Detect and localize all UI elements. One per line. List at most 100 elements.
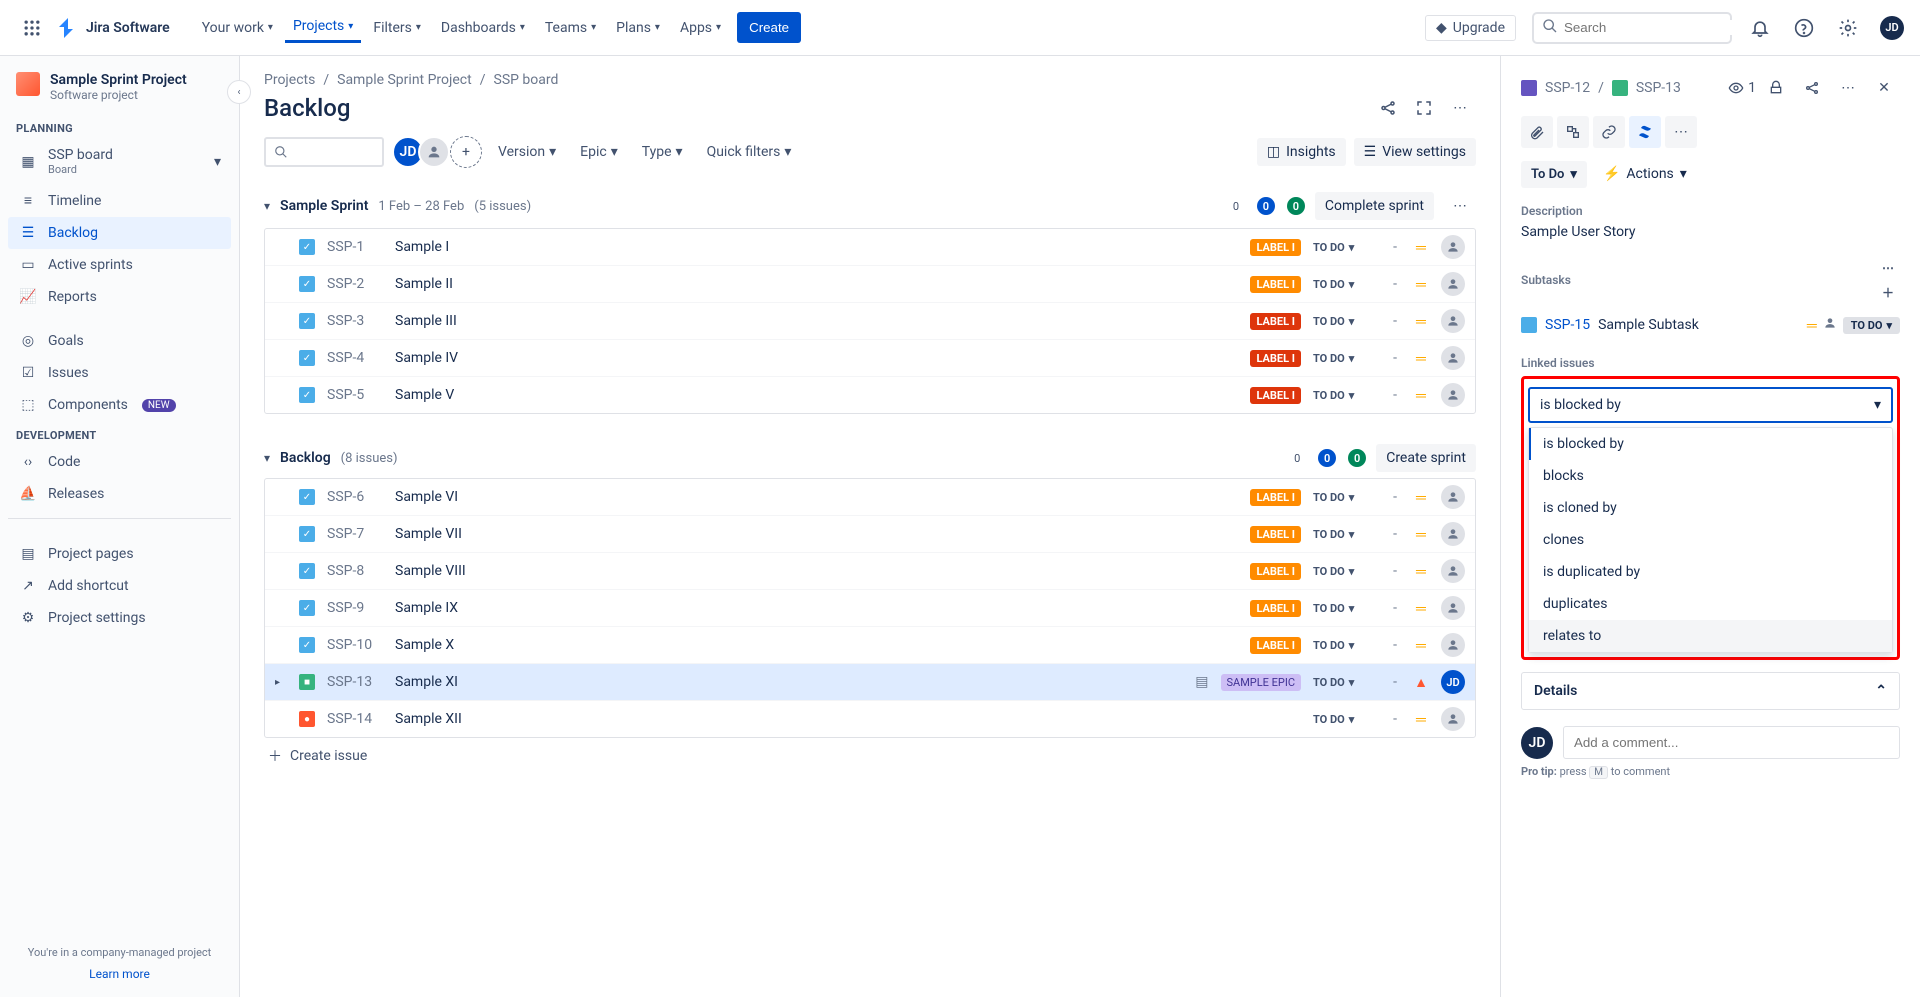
issue-row[interactable]: ✓SSP-7Sample VIILABEL ITO DO ▾-═	[265, 516, 1475, 553]
issue-status[interactable]: TO DO ▾	[1313, 278, 1377, 291]
sidebar-item-reports[interactable]: 📈Reports	[8, 281, 231, 313]
issue-row[interactable]: ✓SSP-10Sample XLABEL ITO DO ▾-═	[265, 627, 1475, 664]
assignee-unassigned[interactable]	[1441, 235, 1465, 259]
assignee-unassigned[interactable]	[1441, 559, 1465, 583]
issue-key[interactable]: SSP-4	[327, 350, 383, 366]
status-dropdown[interactable]: To Do▾	[1521, 161, 1587, 188]
assignee-unassigned[interactable]	[1441, 522, 1465, 546]
panel-close-icon[interactable]: ✕	[1868, 72, 1900, 104]
issue-key[interactable]: SSP-10	[327, 637, 383, 653]
nav-apps[interactable]: Apps▾	[672, 12, 729, 43]
create-button[interactable]: Create	[737, 12, 801, 43]
assignee-unassigned[interactable]	[1441, 633, 1465, 657]
project-header[interactable]: Sample Sprint Project Software project	[8, 72, 231, 114]
upgrade-button[interactable]: ◆ Upgrade	[1425, 15, 1516, 41]
attach-button[interactable]	[1521, 116, 1553, 148]
subtask-key[interactable]: SSP-15	[1545, 317, 1590, 333]
issue-key[interactable]: SSP-14	[327, 711, 383, 727]
link-issue-button[interactable]	[1593, 116, 1625, 148]
issue-key[interactable]: SSP-2	[327, 276, 383, 292]
link-type-option[interactable]: is duplicated by	[1529, 556, 1892, 588]
sidebar-item-timeline[interactable]: ≡Timeline	[8, 184, 231, 217]
story-key-link[interactable]: SSP-13	[1636, 80, 1681, 96]
search-input[interactable]	[1564, 20, 1741, 35]
subtask-status[interactable]: TO DO▾	[1843, 317, 1900, 334]
global-search[interactable]	[1532, 12, 1732, 44]
issue-key[interactable]: SSP-13	[327, 674, 383, 690]
issue-row[interactable]: ✓SSP-3Sample IIILABEL ITO DO ▾-═	[265, 303, 1475, 340]
epic-label[interactable]: SAMPLE EPIC	[1221, 674, 1302, 691]
avatar-unassigned[interactable]	[418, 136, 450, 168]
sidebar-item-backlog[interactable]: ☰Backlog	[8, 217, 231, 249]
notifications-icon[interactable]	[1744, 12, 1776, 44]
issue-row[interactable]: ✓SSP-1Sample ILABEL ITO DO ▾-═	[265, 229, 1475, 266]
issue-row[interactable]: ▸■SSP-13Sample XI▤SAMPLE EPICTO DO ▾-▲JD	[265, 664, 1475, 701]
assignee-unassigned[interactable]	[1441, 707, 1465, 731]
issue-status[interactable]: TO DO ▾	[1313, 491, 1377, 504]
jira-logo[interactable]: Jira Software	[56, 16, 170, 40]
nav-filters[interactable]: Filters▾	[365, 12, 429, 43]
sidebar-item-issues[interactable]: ☑Issues	[8, 357, 231, 389]
assignee-unassigned[interactable]	[1441, 383, 1465, 407]
learn-more-link[interactable]: Learn more	[8, 967, 231, 981]
breadcrumb-item[interactable]: SSP board	[494, 72, 559, 88]
sidebar-item-releases[interactable]: ⛵Releases	[8, 478, 231, 510]
assignee-avatar[interactable]: JD	[1441, 670, 1465, 694]
add-child-button[interactable]	[1557, 116, 1589, 148]
filter-epic[interactable]: Epic▾	[572, 138, 626, 166]
issue-row[interactable]: ●SSP-14Sample XIITO DO ▾-═	[265, 701, 1475, 737]
sidebar-item-add-shortcut[interactable]: ↗Add shortcut	[8, 570, 231, 602]
issue-key[interactable]: SSP-9	[327, 600, 383, 616]
link-type-select[interactable]: is blocked by ▾	[1528, 387, 1893, 423]
issue-status[interactable]: TO DO ▾	[1313, 565, 1377, 578]
collapse-toggle[interactable]: ▾	[264, 451, 270, 465]
issue-row[interactable]: ✓SSP-9Sample IXLABEL ITO DO ▾-═	[265, 590, 1475, 627]
settings-icon[interactable]	[1832, 12, 1864, 44]
actions-dropdown[interactable]: ⚡Actions▾	[1595, 160, 1695, 188]
sidebar-item-active-sprints[interactable]: ▭Active sprints	[8, 249, 231, 281]
details-toggle[interactable]: Details ⌃	[1522, 673, 1899, 709]
link-type-option[interactable]: clones	[1529, 524, 1892, 556]
sidebar-item-project-settings[interactable]: ⚙Project settings	[8, 602, 231, 634]
issue-row[interactable]: ✓SSP-5Sample VLABEL ITO DO ▾-═	[265, 377, 1475, 413]
comment-input[interactable]	[1563, 726, 1900, 759]
issue-status[interactable]: TO DO ▾	[1313, 713, 1377, 726]
description-value[interactable]: Sample User Story	[1521, 224, 1900, 240]
breadcrumb-item[interactable]: Projects	[264, 72, 315, 88]
add-content-icon[interactable]: ▤	[1195, 674, 1208, 690]
issue-key[interactable]: SSP-1	[327, 239, 383, 255]
issue-row[interactable]: ✓SSP-2Sample IILABEL ITO DO ▾-═	[265, 266, 1475, 303]
panel-more-icon[interactable]: ⋯	[1832, 72, 1864, 104]
issue-key[interactable]: SSP-6	[327, 489, 383, 505]
assignee-unassigned[interactable]	[1441, 309, 1465, 333]
board-selector[interactable]: ▦ SSP board Board ▾	[8, 139, 231, 184]
profile-avatar[interactable]: JD	[1876, 12, 1908, 44]
link-type-option[interactable]: blocks	[1529, 460, 1892, 492]
issue-status[interactable]: TO DO ▾	[1313, 639, 1377, 652]
assignee-unassigned[interactable]	[1441, 346, 1465, 370]
link-type-option[interactable]: relates to	[1529, 620, 1892, 652]
fullscreen-icon[interactable]	[1408, 92, 1440, 124]
epic-key-link[interactable]: SSP-12	[1545, 80, 1590, 96]
more-content-button[interactable]: ⋯	[1665, 116, 1697, 148]
issue-key[interactable]: SSP-7	[327, 526, 383, 542]
sidebar-item-components[interactable]: ⬚ComponentsNEW	[8, 389, 231, 421]
sidebar-item-project-pages[interactable]: ▤Project pages	[8, 538, 231, 570]
issue-row[interactable]: ✓SSP-6Sample VILABEL ITO DO ▾-═	[265, 479, 1475, 516]
confluence-button[interactable]	[1629, 116, 1661, 148]
issue-status[interactable]: TO DO ▾	[1313, 528, 1377, 541]
nav-your-work[interactable]: Your work▾	[194, 12, 281, 43]
create-sprint-button[interactable]: Create sprint	[1376, 444, 1476, 472]
nav-plans[interactable]: Plans▾	[608, 12, 668, 43]
watch-button[interactable]: 1	[1728, 80, 1756, 96]
nav-projects[interactable]: Projects▾	[285, 12, 361, 43]
create-issue-button[interactable]: ＋ Create issue	[264, 738, 1476, 774]
share-icon[interactable]	[1372, 92, 1404, 124]
sprint-more-icon[interactable]: ⋯	[1444, 190, 1476, 222]
add-subtask-button[interactable]: ＋	[1876, 280, 1900, 304]
issue-key[interactable]: SSP-3	[327, 313, 383, 329]
issue-row[interactable]: ✓SSP-4Sample IVLABEL ITO DO ▾-═	[265, 340, 1475, 377]
issue-key[interactable]: SSP-8	[327, 563, 383, 579]
filter-type[interactable]: Type▾	[634, 138, 691, 166]
panel-share-icon[interactable]	[1796, 72, 1828, 104]
